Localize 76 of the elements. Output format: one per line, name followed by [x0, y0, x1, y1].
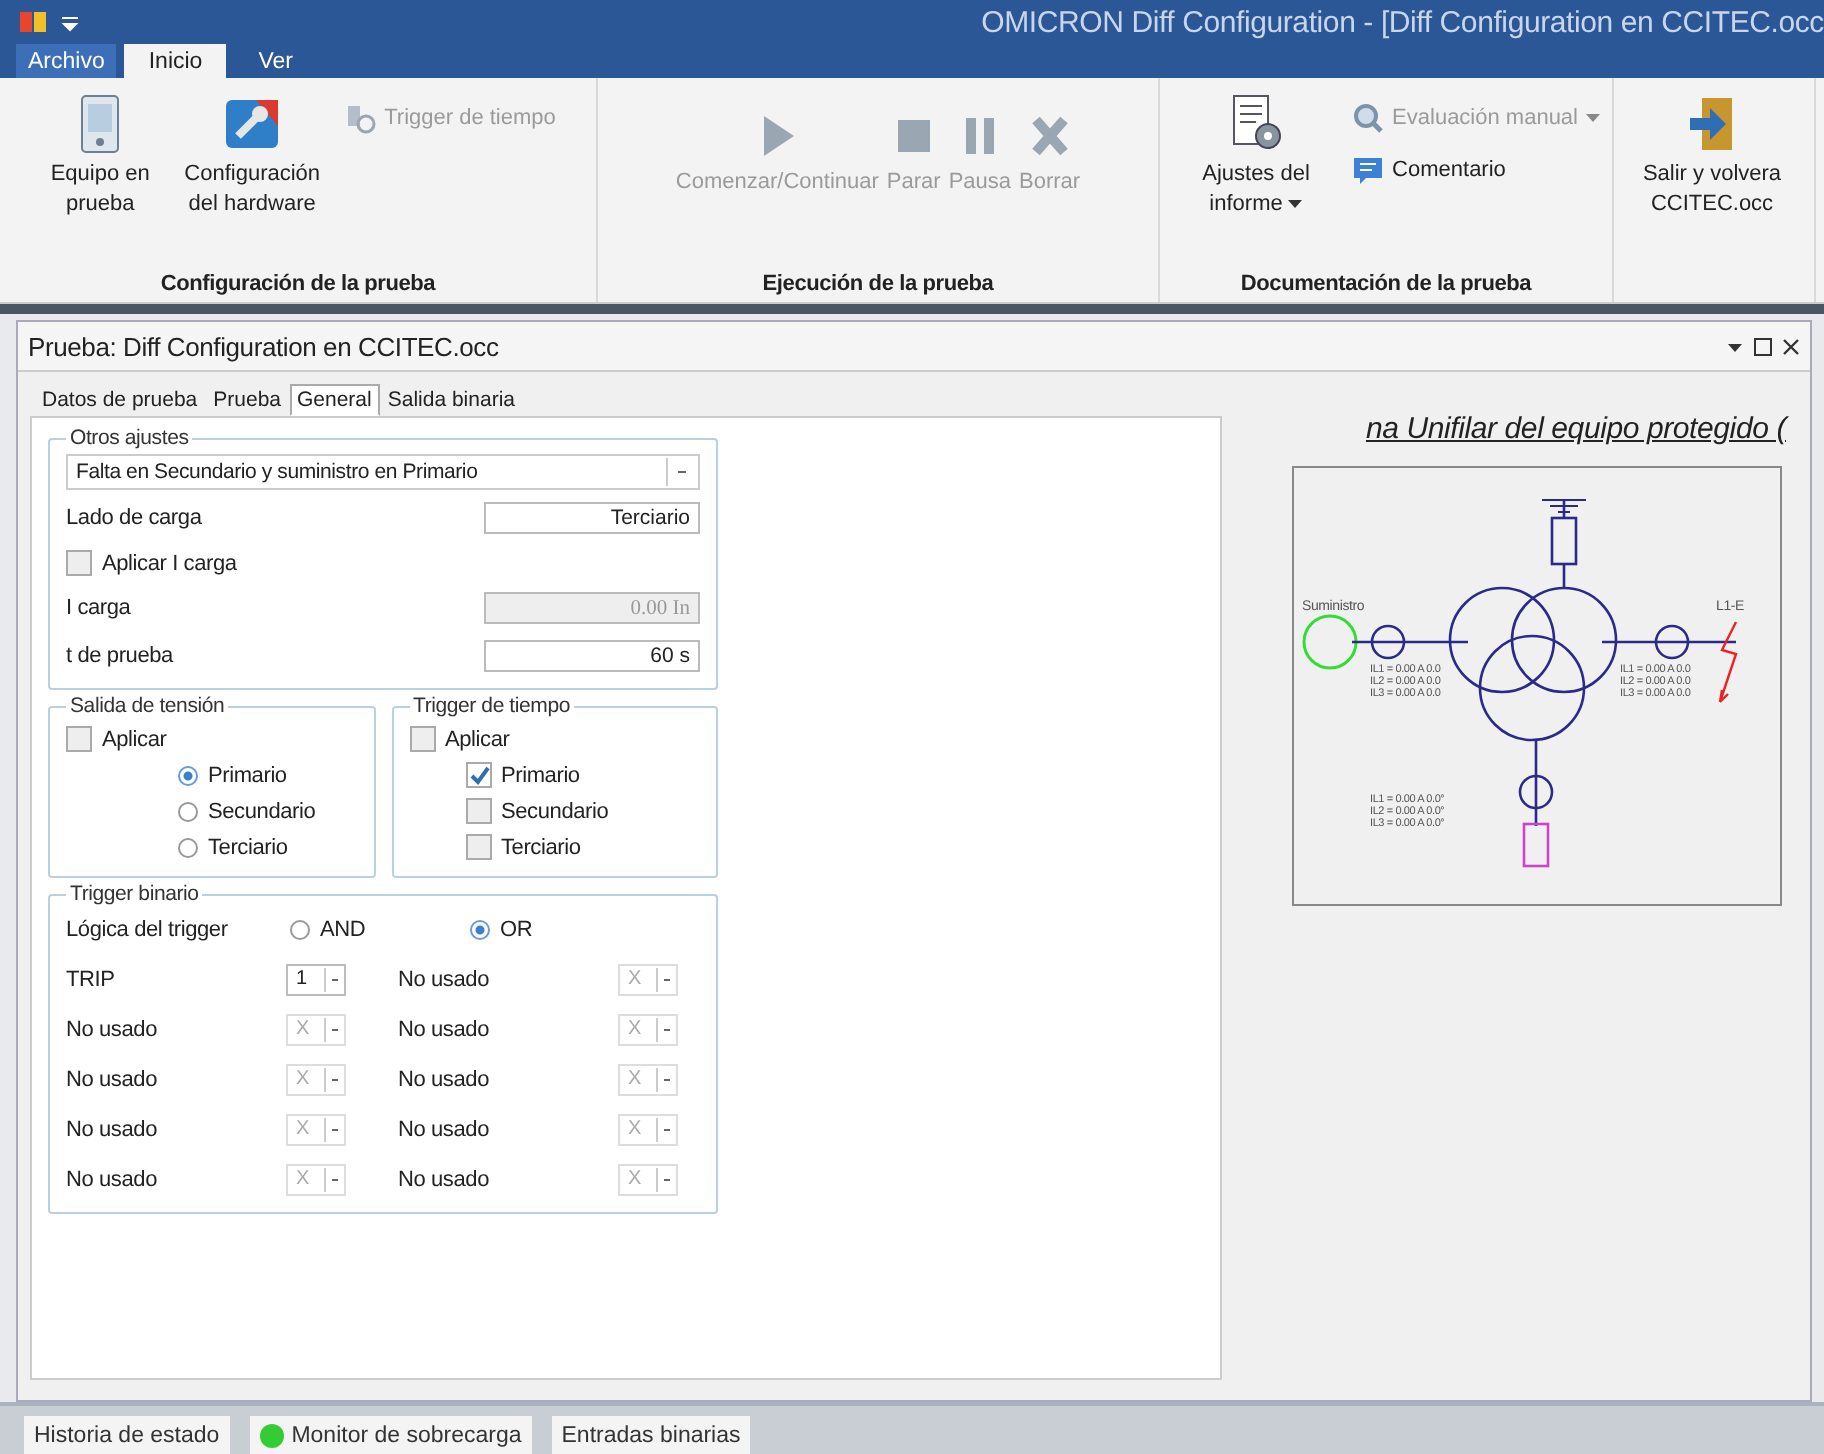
input-label: No usado	[66, 1067, 157, 1091]
report-settings-icon	[1228, 94, 1285, 154]
tablet-icon	[78, 94, 123, 154]
search-icon	[1352, 102, 1385, 134]
field-label: t de prueba	[66, 644, 173, 668]
ribbon-tab[interactable]: Ver	[234, 44, 317, 78]
checkbox[interactable]	[409, 726, 435, 752]
window-title: OMICRON Diff Configuration - [Diff Configuration en CCITEC.occ	[981, 5, 1824, 39]
input-label: No usado	[66, 1167, 157, 1191]
ribbon-button[interactable]: Salir y volvera CCITEC.occ	[1622, 86, 1802, 228]
checkbox[interactable]	[66, 550, 92, 576]
input-label: No usado	[66, 1117, 157, 1141]
radio-label: Terciario	[208, 835, 288, 859]
input-selector[interactable]: 1	[286, 963, 346, 995]
ribbon-tab[interactable]: Archivo	[16, 44, 117, 78]
app-icon	[20, 10, 48, 34]
field-label: I carga	[66, 596, 131, 620]
input-label: No usado	[398, 1167, 489, 1191]
checkbox[interactable]	[465, 762, 491, 788]
radio-button[interactable]	[178, 801, 198, 821]
input-label: TRIP	[66, 967, 115, 991]
field-label: Lógica del trigger	[66, 918, 230, 942]
radio-label: AND	[320, 918, 366, 942]
checkbox-label: Terciario	[501, 835, 581, 859]
panel-title: Prueba: Diff Configuration en CCITEC.occ	[28, 331, 499, 361]
checkbox-label: Aplicar	[102, 727, 167, 751]
ribbon-button[interactable]: Comentario	[1348, 150, 1604, 190]
ribbon-tab[interactable]: Inicio	[124, 44, 227, 78]
tab[interactable]: Prueba	[205, 384, 289, 416]
radio-label: Primario	[208, 763, 287, 787]
group-title: Trigger de tiempo	[411, 694, 572, 718]
ribbon-group-label: Configuración de la prueba	[160, 272, 436, 296]
ribbon-button[interactable]: Ajustes del informe	[1168, 86, 1345, 228]
radio-button[interactable]	[290, 920, 310, 940]
group-title: Otros ajustes	[68, 426, 191, 450]
input-field[interactable]: 60 s	[484, 640, 700, 672]
radio-label: Secundario	[208, 799, 316, 823]
input-label: No usado	[66, 1017, 157, 1041]
radio-button[interactable]	[470, 920, 490, 940]
status-tab[interactable]: Historia de estado	[24, 1416, 230, 1454]
group-title: Salida de tensión	[68, 694, 227, 718]
maximize-icon[interactable]	[1754, 337, 1772, 355]
ribbon-group-label: Documentación de la prueba	[1240, 272, 1532, 296]
exit-icon	[1686, 94, 1738, 154]
dropdown[interactable]: Falta en Secundario y suministro en Primario	[66, 454, 700, 490]
diagram-title: na Unifilar del equipo protegido (	[1365, 412, 1786, 446]
input-label: No usado	[398, 967, 489, 991]
checkbox[interactable]	[66, 726, 92, 752]
checkbox-label: Aplicar I carga	[102, 551, 237, 575]
input-field[interactable]: Terciario	[484, 502, 700, 534]
input-label: No usado	[398, 1017, 489, 1041]
ribbon-button[interactable]: Configuración del hardware	[168, 86, 337, 228]
ribbon-group-label: Ejecución de la prueba	[762, 272, 994, 296]
checkbox-label: Aplicar	[445, 727, 510, 751]
checkbox-label: Primario	[501, 763, 580, 787]
radio-button[interactable]	[178, 837, 198, 857]
input-label: No usado	[398, 1117, 489, 1141]
field-label: Lado de carga	[66, 506, 202, 530]
quick-access-caret-icon[interactable]	[60, 12, 80, 32]
tab[interactable]: Datos de prueba	[34, 384, 206, 416]
input-label: No usado	[398, 1067, 489, 1091]
status-tab[interactable]: Monitor de sobrecarga	[249, 1416, 532, 1454]
tab[interactable]: Salida binaria	[379, 384, 523, 416]
tab[interactable]: General	[289, 384, 380, 416]
comment-icon	[1352, 154, 1385, 186]
close-icon[interactable]	[1782, 337, 1800, 355]
checkbox[interactable]	[465, 834, 491, 860]
radio-label: OR	[500, 918, 533, 942]
trigger-icon	[344, 102, 377, 134]
checkbox-label: Secundario	[501, 799, 609, 823]
radio-button[interactable]	[178, 765, 198, 785]
ribbon-button[interactable]: Equipo en prueba	[36, 86, 165, 228]
status-tab[interactable]: Entradas binarias	[551, 1416, 751, 1454]
checkbox[interactable]	[465, 798, 491, 824]
wrench-icon	[222, 94, 283, 154]
group-title: Trigger binario	[68, 882, 201, 906]
